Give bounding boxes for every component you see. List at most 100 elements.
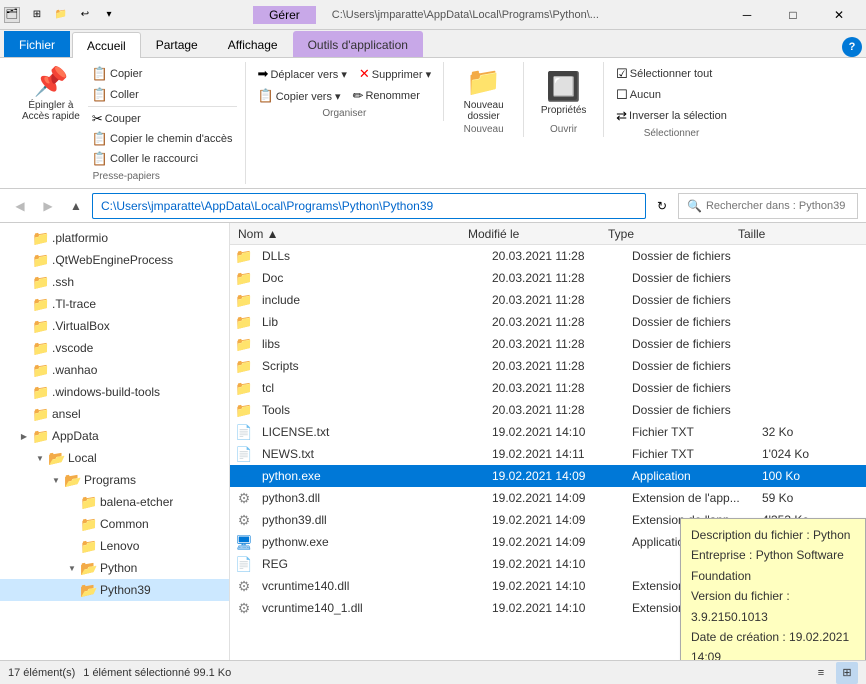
table-row[interactable]: 📁 Tools 20.03.2021 11:28 Dossier de fich… <box>230 399 866 421</box>
couper-button[interactable]: ✂ Couper <box>88 109 237 129</box>
cell-type: Dossier de fichiers <box>628 249 758 263</box>
sidebar-item-local[interactable]: ▼ 📂 Local <box>0 447 229 469</box>
cell-modified: 19.02.2021 14:10 <box>488 425 628 439</box>
table-row[interactable]: ⚙ python3.dll 19.02.2021 14:09 Extension… <box>230 487 866 509</box>
sidebar-item--ssh[interactable]: 📁 .ssh <box>0 271 229 293</box>
tab-accueil[interactable]: Accueil <box>72 32 141 58</box>
cell-type: Dossier de fichiers <box>628 315 758 329</box>
file-type-icon: ⚙ <box>234 510 254 530</box>
address-input[interactable] <box>92 193 646 219</box>
folder-icon: 📁 <box>32 340 48 356</box>
nouveau-group-label: Nouveau <box>464 124 504 135</box>
up-button[interactable]: ▲ <box>64 194 88 218</box>
selectionner-group-label: Sélectionner <box>644 128 700 139</box>
sidebar-item-programs[interactable]: ▼ 📂 Programs <box>0 469 229 491</box>
col-header-name[interactable]: Nom ▲ <box>234 223 464 244</box>
cell-name: DLLs <box>258 249 488 263</box>
renommer-button[interactable]: ✏ Renommer <box>349 86 424 106</box>
file-list-header: Nom ▲ Modifié le Type Taille <box>230 223 866 245</box>
folder-icon: 📁 <box>80 516 96 532</box>
folder-icon: 📂 <box>80 582 96 598</box>
file-type-icon: 📄 <box>234 444 254 464</box>
ribbon-group-organiser: ➡ Déplacer vers ▾ ✕ Supprimer ▾ 📋 Copier… <box>246 62 445 121</box>
col-header-type[interactable]: Type <box>604 223 734 244</box>
table-row[interactable]: 📄 LICENSE.txt 19.02.2021 14:10 Fichier T… <box>230 421 866 443</box>
selectionner-tout-button[interactable]: ☑ Sélectionner tout <box>612 64 716 84</box>
refresh-button[interactable]: ↻ <box>650 194 674 218</box>
deplacer-button[interactable]: ➡ Déplacer vers ▾ <box>254 64 351 84</box>
quick-access-toolbar: ⊞ 📁 ↩ ▾ <box>26 4 120 26</box>
table-row[interactable]: 🖥 python.exe 19.02.2021 14:09 Applicatio… <box>230 465 866 487</box>
help-button[interactable]: ? <box>842 37 862 57</box>
sidebar-item--virtualbox[interactable]: 📁 .VirtualBox <box>0 315 229 337</box>
sidebar-item-lenovo[interactable]: 📁 Lenovo <box>0 535 229 557</box>
sidebar-item-common[interactable]: 📁 Common <box>0 513 229 535</box>
sidebar-item-label: Python39 <box>100 583 151 597</box>
back-button[interactable]: ◀ <box>8 194 32 218</box>
table-row[interactable]: 📁 Scripts 20.03.2021 11:28 Dossier de fi… <box>230 355 866 377</box>
maximize-button[interactable]: □ <box>770 0 816 30</box>
sidebar-item-appdata[interactable]: ▶ 📁 AppData <box>0 425 229 447</box>
pin-icon: 📌 <box>33 65 68 98</box>
epingler-button[interactable]: 📌 Épingler àAccès rapide <box>16 64 86 122</box>
qat-dropdown[interactable]: ▾ <box>98 4 120 26</box>
cell-name: pythonw.exe <box>258 535 488 549</box>
tab-partage[interactable]: Partage <box>141 31 213 57</box>
qat-properties[interactable]: ⊞ <box>26 4 48 26</box>
qat-new-folder[interactable]: 📁 <box>50 4 72 26</box>
sidebar-item-label: .windows-build-tools <box>52 385 160 399</box>
folder-icon: 📁 <box>32 384 48 400</box>
table-row[interactable]: 📁 DLLs 20.03.2021 11:28 Dossier de fichi… <box>230 245 866 267</box>
details-view-button[interactable]: ≡ <box>810 662 832 684</box>
qat-undo[interactable]: ↩ <box>74 4 96 26</box>
sidebar-item--tl-trace[interactable]: 📁 .Tl-trace <box>0 293 229 315</box>
sidebar-item-python39[interactable]: 📂 Python39 <box>0 579 229 601</box>
arrow-icon <box>64 538 80 554</box>
coller-button[interactable]: 📋 Coller <box>88 85 237 105</box>
table-row[interactable]: 📁 tcl 20.03.2021 11:28 Dossier de fichie… <box>230 377 866 399</box>
aucun-button[interactable]: ☐ Aucun <box>612 85 665 105</box>
nouveau-dossier-button[interactable]: 📁 Nouveaudossier <box>458 64 510 122</box>
cell-name: libs <box>258 337 488 351</box>
col-header-modified[interactable]: Modifié le <box>464 223 604 244</box>
col-header-size[interactable]: Taille <box>734 223 814 244</box>
sidebar-item-label: balena-etcher <box>100 495 173 509</box>
cell-name: vcruntime140.dll <box>258 579 488 593</box>
copier-button[interactable]: 📋 Copier <box>88 64 237 84</box>
copier-vers-button[interactable]: 📋 Copier vers ▾ <box>254 86 345 106</box>
sidebar-item-balena-etcher[interactable]: 📁 balena-etcher <box>0 491 229 513</box>
presse-papiers-buttons: 📌 Épingler àAccès rapide 📋 Copier 📋 Coll… <box>16 64 237 169</box>
sidebar-item--platformio[interactable]: 📁 .platformio <box>0 227 229 249</box>
large-icons-button[interactable]: ⊞ <box>836 662 858 684</box>
ouvrir-buttons: 🔲 Propriétés <box>535 64 593 122</box>
ribbon-group-presse-papiers: 📌 Épingler àAccès rapide 📋 Copier 📋 Coll… <box>8 62 246 184</box>
tab-outils-application[interactable]: Outils d'application <box>293 31 423 57</box>
table-row[interactable]: 📁 include 20.03.2021 11:28 Dossier de fi… <box>230 289 866 311</box>
tab-fichier[interactable]: Fichier <box>4 31 70 57</box>
tab-affichage[interactable]: Affichage <box>213 31 293 57</box>
coller-raccourci-label: Coller le raccourci <box>110 153 198 165</box>
table-row[interactable]: 📁 Lib 20.03.2021 11:28 Dossier de fichie… <box>230 311 866 333</box>
inverser-button[interactable]: ⇄ Inverser la sélection <box>612 106 731 126</box>
sidebar-item--vscode[interactable]: 📁 .vscode <box>0 337 229 359</box>
proprietes-button[interactable]: 🔲 Propriétés <box>535 64 593 122</box>
supprimer-button[interactable]: ✕ Supprimer ▾ <box>355 64 435 84</box>
forward-button[interactable]: ▶ <box>36 194 60 218</box>
delete-icon: ✕ <box>359 66 370 82</box>
sidebar-item--windows-build-tools[interactable]: 📁 .windows-build-tools <box>0 381 229 403</box>
table-row[interactable]: 📄 NEWS.txt 19.02.2021 14:11 Fichier TXT … <box>230 443 866 465</box>
table-row[interactable]: 📁 Doc 20.03.2021 11:28 Dossier de fichie… <box>230 267 866 289</box>
sidebar-item-ansel[interactable]: 📁 ansel <box>0 403 229 425</box>
coller-raccourci-button[interactable]: 📋 Coller le raccourci <box>88 149 237 169</box>
search-input[interactable] <box>706 200 849 212</box>
table-row[interactable]: 📁 libs 20.03.2021 11:28 Dossier de fichi… <box>230 333 866 355</box>
sidebar-item--wanhao[interactable]: 📁 .wanhao <box>0 359 229 381</box>
copier-chemin-button[interactable]: 📋 Copier le chemin d'accès <box>88 129 237 149</box>
proprietes-label: Propriétés <box>541 105 587 116</box>
folder-icon: 📁 <box>80 494 96 510</box>
minimize-button[interactable]: ─ <box>724 0 770 30</box>
ribbon-group-selectionner: ☑ Sélectionner tout ☐ Aucun ⇄ Inverser l… <box>604 62 739 141</box>
close-button[interactable]: ✕ <box>816 0 862 30</box>
sidebar-item-python[interactable]: ▼ 📂 Python <box>0 557 229 579</box>
sidebar-item--qtwebengineprocess[interactable]: 📁 .QtWebEngineProcess <box>0 249 229 271</box>
